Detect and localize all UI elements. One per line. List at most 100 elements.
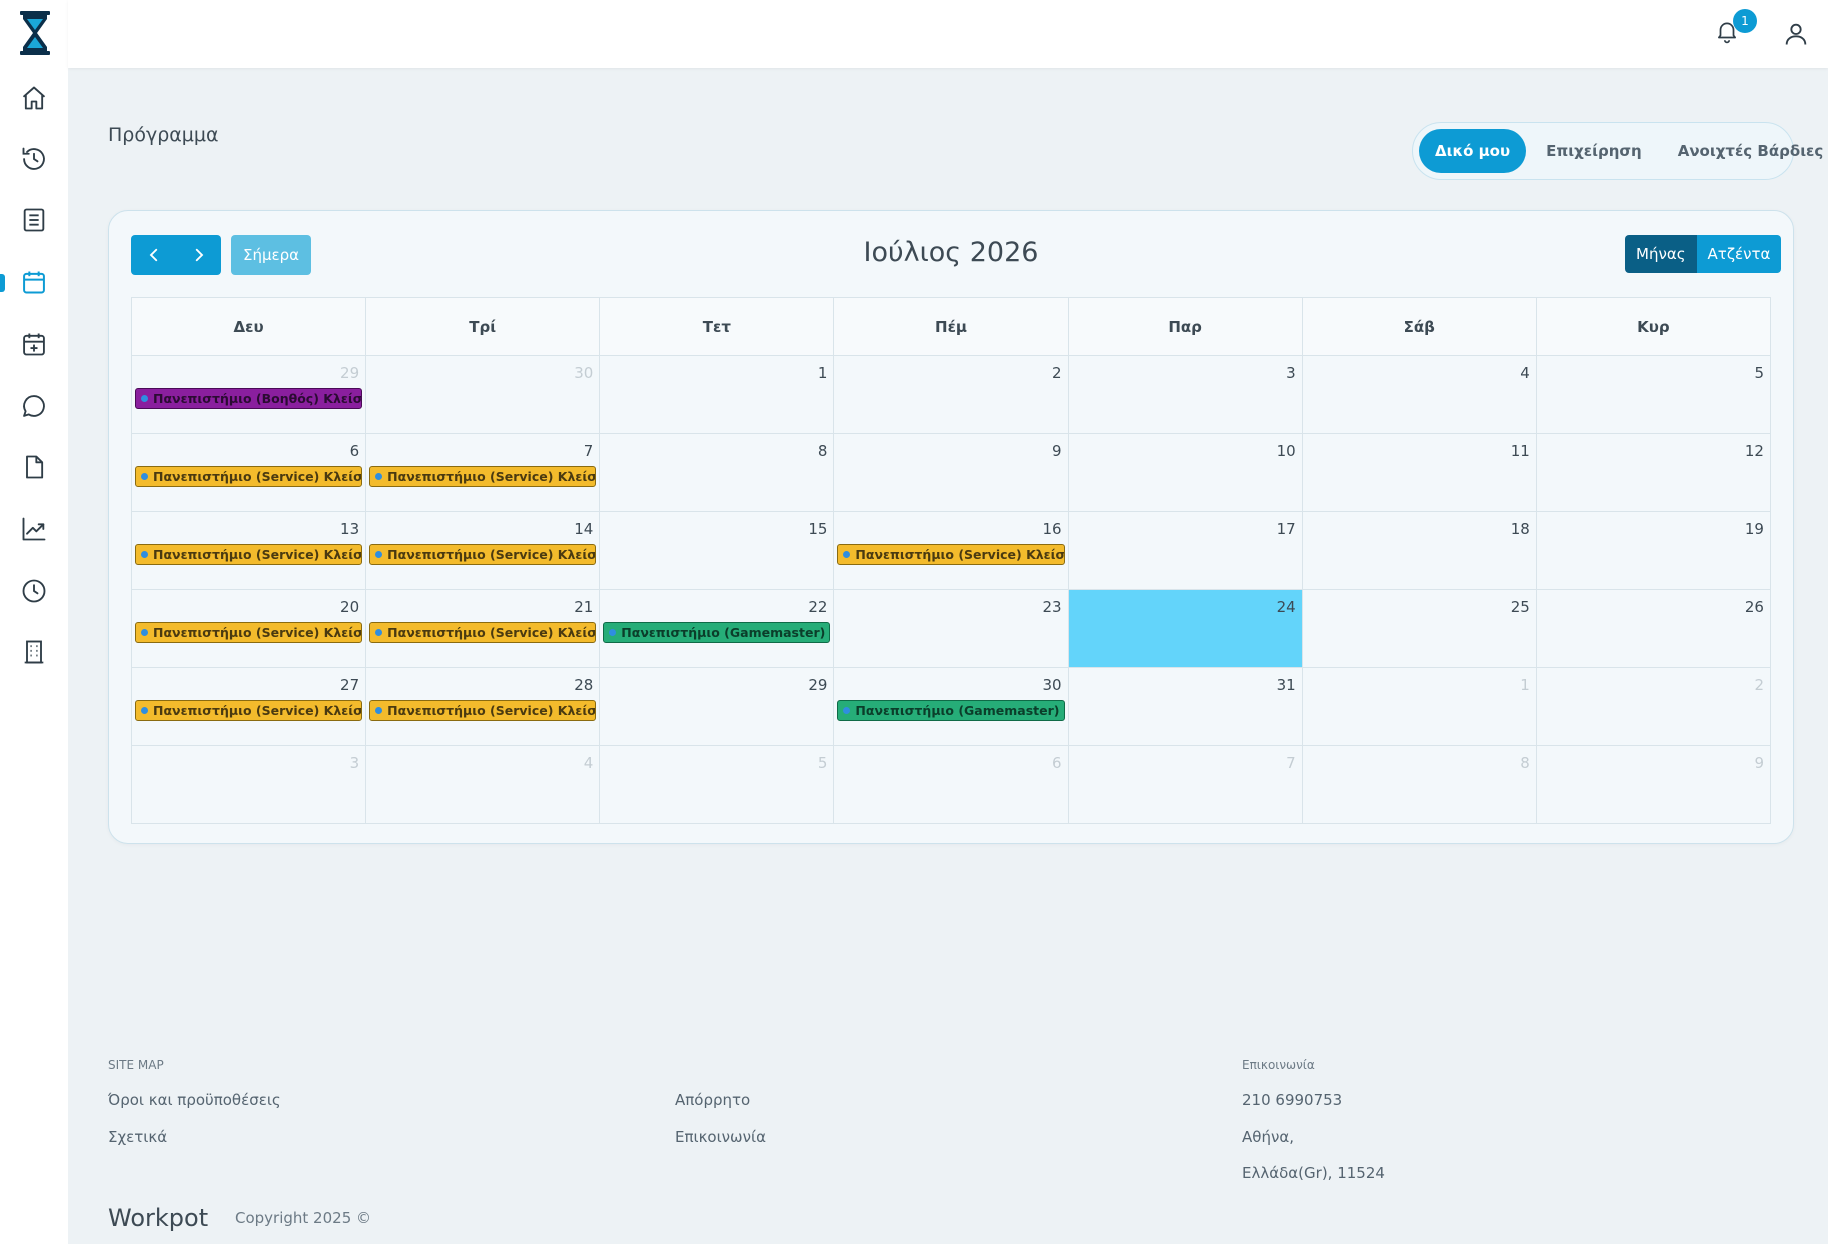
nav-schedule[interactable]	[0, 258, 68, 306]
day-number[interactable]: 10	[1277, 442, 1296, 460]
agenda-view-button[interactable]: Ατζέντα	[1696, 235, 1782, 273]
day-number[interactable]: 6	[1052, 754, 1062, 772]
calendar-day-cell[interactable]: 27 Πανεπιστήμιο (Service) Κλείσιμο	[132, 668, 367, 746]
calendar-day-cell[interactable]: 5	[600, 746, 835, 824]
calendar-day-cell[interactable]: 8	[1302, 746, 1537, 824]
nav-messages[interactable]	[0, 382, 68, 430]
day-number[interactable]: 17	[1277, 520, 1296, 538]
calendar-day-cell[interactable]: 14 Πανεπιστήμιο (Service) Κλείσιμο	[366, 512, 601, 590]
day-number[interactable]: 4	[584, 754, 594, 772]
day-number[interactable]: 11	[1511, 442, 1530, 460]
day-number[interactable]: 8	[818, 442, 828, 460]
shift-event[interactable]: Πανεπιστήμιο (Service) Κλείσιμο	[135, 700, 363, 721]
day-number[interactable]: 29	[808, 676, 827, 694]
calendar-day-cell[interactable]: 21 Πανεπιστήμιο (Service) Κλείσιμο	[366, 590, 601, 668]
day-number[interactable]: 29	[340, 364, 359, 382]
calendar-day-cell[interactable]: 29 Πανεπιστήμιο (Βοηθός) Κλείσιμο	[132, 356, 367, 434]
calendar-day-cell[interactable]: 7 Πανεπιστήμιο (Service) Κλείσιμο	[366, 434, 601, 512]
calendar-day-cell[interactable]: 3	[1068, 356, 1303, 434]
calendar-day-cell[interactable]: 3	[132, 746, 367, 824]
shift-event[interactable]: Πανεπιστήμιο (Service) Κλείσιμο	[837, 544, 1065, 565]
shift-event[interactable]: Πανεπιστήμιο (Service) Κλείσιμο	[369, 544, 597, 565]
calendar-day-cell[interactable]: 8	[600, 434, 835, 512]
terms-link[interactable]: Όροι και προϋποθέσεις	[108, 1091, 281, 1109]
day-number[interactable]: 25	[1511, 598, 1530, 616]
day-number[interactable]: 3	[350, 754, 360, 772]
day-number[interactable]: 24	[1277, 598, 1296, 616]
shift-event[interactable]: Πανεπιστήμιο (Service) Κλείσιμο	[135, 622, 363, 643]
day-number[interactable]: 7	[1286, 754, 1296, 772]
day-number[interactable]: 7	[584, 442, 594, 460]
calendar-day-cell[interactable]: 2	[834, 356, 1069, 434]
day-number[interactable]: 2	[1754, 676, 1764, 694]
day-number[interactable]: 18	[1511, 520, 1530, 538]
day-number[interactable]: 14	[574, 520, 593, 538]
day-number[interactable]: 6	[350, 442, 360, 460]
calendar-day-cell[interactable]: 20 Πανεπιστήμιο (Service) Κλείσιμο	[132, 590, 367, 668]
day-number[interactable]: 2	[1052, 364, 1062, 382]
calendar-day-cell[interactable]: 30	[366, 356, 601, 434]
nav-reports[interactable]	[0, 505, 68, 553]
calendar-day-cell[interactable]: 5	[1536, 356, 1771, 434]
day-number[interactable]: 20	[340, 598, 359, 616]
calendar-day-cell[interactable]: 29	[600, 668, 835, 746]
day-number[interactable]: 21	[574, 598, 593, 616]
month-view-button[interactable]: Μήνας	[1625, 235, 1697, 273]
day-number[interactable]: 31	[1277, 676, 1296, 694]
day-number[interactable]: 1	[1520, 676, 1530, 694]
day-number[interactable]: 19	[1745, 520, 1764, 538]
calendar-day-cell[interactable]: 25	[1302, 590, 1537, 668]
day-number[interactable]: 5	[1754, 364, 1764, 382]
calendar-day-cell[interactable]: 11	[1302, 434, 1537, 512]
calendar-day-cell[interactable]: 26	[1536, 590, 1771, 668]
calendar-day-cell[interactable]: 7	[1068, 746, 1303, 824]
nav-add-shift[interactable]	[0, 320, 68, 368]
calendar-day-cell[interactable]: 6 Πανεπιστήμιο (Service) Κλείσιμο	[132, 434, 367, 512]
calendar-day-cell[interactable]: 10	[1068, 434, 1303, 512]
shift-event[interactable]: Πανεπιστήμιο (Service) Κλείσιμο	[135, 466, 363, 487]
day-number[interactable]: 9	[1052, 442, 1062, 460]
shift-event[interactable]: Πανεπιστήμιο (Gamemaster) Κλεί	[837, 700, 1065, 721]
calendar-day-cell[interactable]: 13 Πανεπιστήμιο (Service) Κλείσιμο	[132, 512, 367, 590]
nav-history[interactable]	[0, 135, 68, 183]
nav-documents[interactable]	[0, 196, 68, 244]
day-number[interactable]: 8	[1520, 754, 1530, 772]
calendar-day-cell[interactable]: 18	[1302, 512, 1537, 590]
scope-business-button[interactable]: Επιχείρηση	[1530, 129, 1658, 173]
day-number[interactable]: 23	[1042, 598, 1061, 616]
about-link[interactable]: Σχετικά	[108, 1128, 167, 1146]
hourglass-logo-icon[interactable]	[18, 10, 52, 56]
nav-files[interactable]	[0, 443, 68, 491]
calendar-day-cell[interactable]: 30 Πανεπιστήμιο (Gamemaster) Κλεί	[834, 668, 1069, 746]
scope-mine-button[interactable]: Δικό μου	[1419, 129, 1527, 173]
calendar-day-cell[interactable]: 4	[366, 746, 601, 824]
day-number[interactable]: 4	[1520, 364, 1530, 382]
user-profile-button[interactable]	[1782, 20, 1814, 52]
calendar-day-cell[interactable]: 2	[1536, 668, 1771, 746]
day-number[interactable]: 16	[1042, 520, 1061, 538]
day-number[interactable]: 12	[1745, 442, 1764, 460]
calendar-day-cell[interactable]: 15	[600, 512, 835, 590]
nav-home[interactable]	[0, 74, 68, 122]
day-number[interactable]: 26	[1745, 598, 1764, 616]
calendar-day-cell[interactable]: 12	[1536, 434, 1771, 512]
calendar-day-cell[interactable]: 28 Πανεπιστήμιο (Service) Κλείσιμο	[366, 668, 601, 746]
calendar-day-cell[interactable]: 6	[834, 746, 1069, 824]
day-number[interactable]: 5	[818, 754, 828, 772]
day-number[interactable]: 27	[340, 676, 359, 694]
day-number[interactable]: 22	[808, 598, 827, 616]
calendar-day-cell[interactable]: 16 Πανεπιστήμιο (Service) Κλείσιμο	[834, 512, 1069, 590]
calendar-day-cell[interactable]: 17	[1068, 512, 1303, 590]
calendar-day-cell[interactable]: 1	[1302, 668, 1537, 746]
calendar-day-cell[interactable]: 23	[834, 590, 1069, 668]
scope-open-shifts-button[interactable]: Ανοιχτές Βάρδιες	[1662, 129, 1828, 173]
day-number[interactable]: 1	[818, 364, 828, 382]
calendar-day-cell[interactable]: 22 Πανεπιστήμιο (Gamemaster) Κλεί	[600, 590, 835, 668]
shift-event[interactable]: Πανεπιστήμιο (Service) Κλείσιμο	[369, 700, 597, 721]
calendar-day-cell[interactable]: 31	[1068, 668, 1303, 746]
shift-event[interactable]: Πανεπιστήμιο (Service) Κλείσιμο	[369, 466, 597, 487]
contact-link[interactable]: Επικοινωνία	[675, 1128, 766, 1146]
privacy-link[interactable]: Απόρρητο	[675, 1091, 750, 1109]
day-number[interactable]: 3	[1286, 364, 1296, 382]
calendar-day-today[interactable]: 24	[1068, 590, 1303, 668]
